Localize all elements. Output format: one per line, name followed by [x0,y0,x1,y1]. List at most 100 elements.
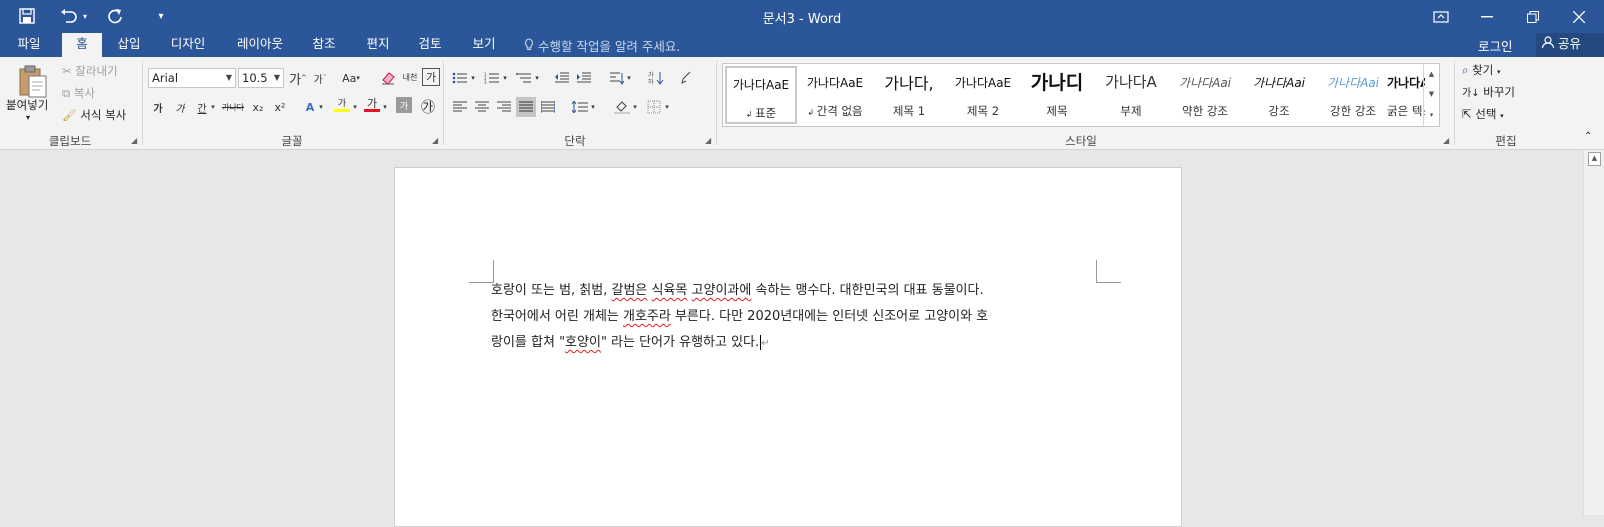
tab-file[interactable]: 파일 [8,33,50,57]
style-emphasis[interactable]: 가나다Aai 강조 [1243,66,1315,124]
style-strong[interactable]: 가나다AaE 굵은 텍스트 [1387,66,1425,124]
spelling-error[interactable]: 호양이 [565,335,601,350]
gallery-more-icon[interactable]: ▾ [1423,104,1439,126]
font-family-combo[interactable]: Arial ▼ [148,68,236,88]
character-shading-icon[interactable]: 가 [396,97,412,113]
paste-button[interactable]: 붙여넣기 [6,97,48,113]
tell-me-box[interactable]: 수행할 작업을 알려 주세요. [524,36,680,55]
change-case-icon[interactable]: Aa ▾ [338,68,364,88]
undo-icon[interactable] [58,6,80,26]
scroll-up-icon[interactable]: ▲ [1588,152,1601,166]
undo-dropdown-icon[interactable]: ▾ [79,6,91,26]
font-color-dropdown-icon[interactable]: ▾ [380,97,390,117]
shrink-font-icon[interactable]: 가ˇ [310,68,330,88]
italic-icon[interactable]: 가 [170,97,190,117]
find-dropdown-icon[interactable]: ▾ [1497,68,1501,76]
borders-dropdown-icon[interactable]: ▾ [662,97,672,117]
paste-icon[interactable] [14,63,50,99]
style-subtle-emphasis[interactable]: 가나다Aai 약한 강조 [1169,66,1241,124]
highlight-color-icon[interactable]: 가 [332,95,352,115]
grow-font-icon[interactable]: 가 ^ [288,68,308,88]
spelling-error[interactable]: 식육목 [652,283,688,298]
shading-dropdown-icon[interactable]: ▾ [630,97,640,117]
sign-in-link[interactable]: 로그인 [1478,36,1513,55]
clipboard-launcher-icon[interactable]: ◢ [131,136,137,145]
strikethrough-icon[interactable]: 가나다 [220,97,246,117]
superscript-icon[interactable]: x² [270,97,290,117]
highlight-dropdown-icon[interactable]: ▾ [350,97,360,117]
style-heading-1[interactable]: 가나다, 제목 1 [873,66,945,124]
gallery-scroll-up-icon[interactable]: ▲ [1423,64,1439,84]
style-subtitle[interactable]: 가나다A 부제 [1095,66,1167,124]
restore-icon[interactable] [1510,0,1556,33]
style-title[interactable]: 가나디 제목 [1021,66,1093,124]
paragraph-launcher-icon[interactable]: ◢ [705,136,711,145]
bullets-icon[interactable] [450,68,470,88]
gallery-scroll-down-icon[interactable]: ▼ [1423,84,1439,104]
tab-design[interactable]: 디자인 [162,33,214,57]
tab-home[interactable]: 홈 [62,33,102,57]
tab-view[interactable]: 보기 [464,33,504,57]
select-dropdown-icon[interactable]: ▾ [1500,112,1504,120]
font-size-combo[interactable]: 10.5 ▼ [238,68,284,88]
style-intense-emphasis[interactable]: 가나다Aai 강한 강조 [1317,66,1389,124]
tab-layout[interactable]: 레이아웃 [228,33,292,57]
find-button[interactable]: ⌕ 찾기 ▾ [1462,62,1500,78]
font-launcher-icon[interactable]: ◢ [432,136,438,145]
decrease-indent-icon[interactable] [552,68,572,88]
styles-launcher-icon[interactable]: ◢ [1443,136,1449,145]
clear-formatting-icon[interactable] [378,68,398,88]
multilevel-dropdown-icon[interactable]: ▾ [532,68,542,88]
line-spacing-icon[interactable] [570,97,590,117]
document-page[interactable]: 호랑이 또는 범, 칡범, 갈범은 식육목 고양이과에 속하는 맹수다. 대한민… [394,167,1182,527]
font-color-icon[interactable]: 가 [362,95,382,115]
chevron-down-icon[interactable]: ▼ [226,69,232,87]
enclose-characters-icon[interactable]: ㉮ [418,97,438,117]
bullets-dropdown-icon[interactable]: ▾ [468,68,478,88]
customize-qat-icon[interactable]: ▾ [150,6,172,26]
replace-button[interactable]: 가↓ 바꾸기 [1462,84,1515,100]
phonetic-guide-icon[interactable]: 내천 [400,68,420,88]
character-border-icon[interactable]: 가 [422,68,440,86]
select-button[interactable]: ⇱ 선택 ▾ [1462,106,1504,122]
spelling-error[interactable]: 갈범은 [611,283,647,298]
copy-button[interactable]: ⧉ 복사 [62,85,95,101]
shading-icon[interactable] [612,97,632,117]
paste-dropdown-icon[interactable]: ▾ [26,113,30,122]
vertical-scrollbar[interactable]: ▲ [1583,150,1604,515]
bold-icon[interactable]: 가 [148,97,168,117]
minimize-icon[interactable] [1464,0,1510,33]
spelling-error[interactable]: 개호주라 [623,309,671,324]
numbering-dropdown-icon[interactable]: ▾ [500,68,510,88]
share-button[interactable]: 공유 [1536,33,1604,57]
redo-icon[interactable] [104,6,126,26]
multilevel-list-icon[interactable] [514,68,534,88]
distributed-icon[interactable] [538,97,558,117]
underline-dropdown-icon[interactable]: ▾ [208,97,218,117]
chevron-down-icon[interactable]: ▼ [274,69,280,87]
close-icon[interactable] [1556,0,1602,33]
text-effects-dropdown-icon[interactable]: ▾ [316,97,326,117]
tab-references[interactable]: 참조 [304,33,344,57]
style-heading-2[interactable]: 가나다AaE 제목 2 [947,66,1019,124]
align-right-icon[interactable] [494,97,514,117]
subscript-icon[interactable]: x₂ [248,97,268,117]
document-body[interactable]: 호랑이 또는 범, 칡범, 갈범은 식육목 고양이과에 속하는 맹수다. 대한민… [491,278,1085,357]
style-normal[interactable]: 가나다AaE ↲ 표준 [725,66,797,124]
style-no-spacing[interactable]: 가나다AaE ↲ 간격 없음 [799,66,871,124]
save-icon[interactable] [16,6,38,26]
tab-mailings[interactable]: 편지 [358,33,398,57]
align-left-icon[interactable] [450,97,470,117]
text-direction-dropdown-icon[interactable]: ▾ [624,68,634,88]
show-paragraph-marks-icon[interactable] [676,68,696,88]
increase-indent-icon[interactable] [574,68,594,88]
numbering-icon[interactable]: 123 [482,68,502,88]
text-direction-icon[interactable] [606,68,626,88]
ribbon-display-options-icon[interactable] [1418,0,1464,33]
borders-icon[interactable] [644,97,664,117]
align-center-icon[interactable] [472,97,492,117]
sort-icon[interactable]: 가하 [646,68,666,88]
tab-review[interactable]: 검토 [410,33,450,57]
format-painter-button[interactable]: 🖌 서식 복사 [62,107,126,123]
tab-insert[interactable]: 삽입 [108,33,150,57]
